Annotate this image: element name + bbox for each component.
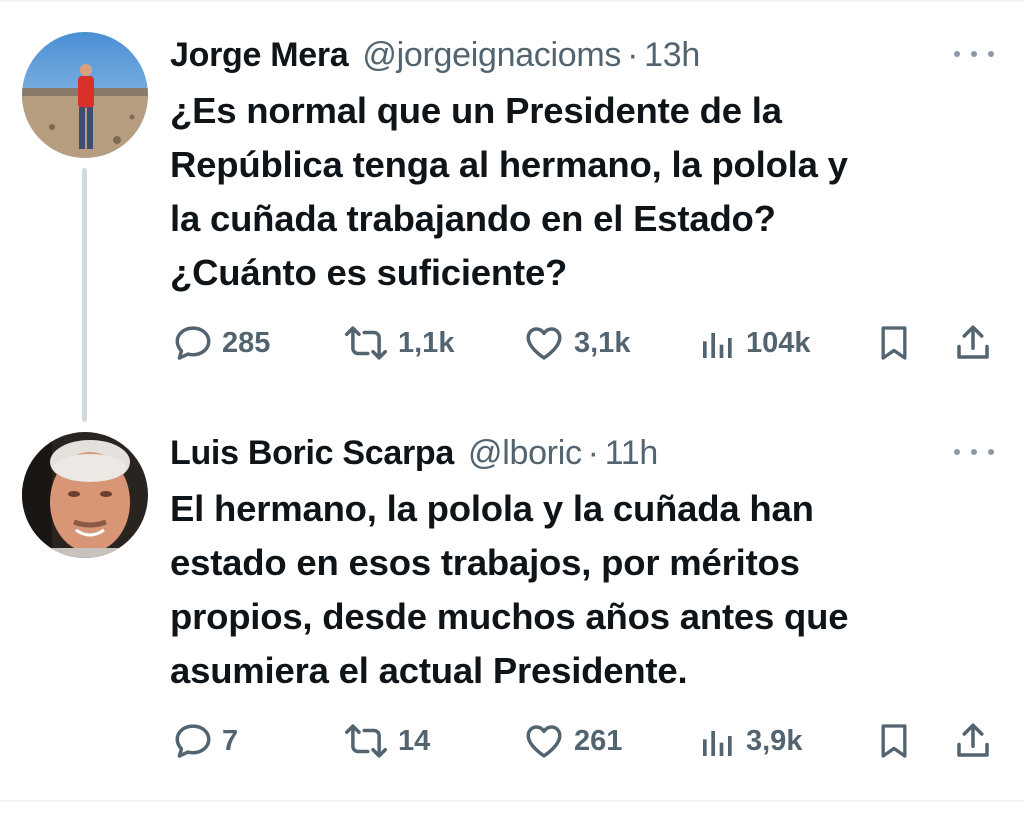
share-upload-icon <box>952 322 994 364</box>
bookmark-icon <box>874 720 914 762</box>
avatar-luis-boric-scarpa[interactable] <box>22 432 148 558</box>
repost-button[interactable]: 1,1k <box>342 318 454 368</box>
author-handle[interactable]: @lboric <box>468 434 582 473</box>
speech-bubble-icon <box>172 720 214 762</box>
like-count: 3,1k <box>574 326 631 359</box>
speech-bubble-icon <box>172 322 214 364</box>
reply-button[interactable]: 7 <box>172 716 238 766</box>
tweet-text-line: propios, desde muchos años antes que <box>170 596 849 637</box>
avatar-image <box>22 432 148 558</box>
share-button[interactable] <box>952 318 994 368</box>
reply-button[interactable]: 285 <box>172 318 270 368</box>
tweet-text-line: la cuñada trabajando en el Estado? <box>170 198 776 239</box>
bookmark-button[interactable] <box>874 716 914 766</box>
tweet-text: El hermano, la polola y la cuñada han es… <box>170 482 990 698</box>
reply-count: 7 <box>222 724 239 757</box>
tweet-header: Jorge Mera @jorgeignacioms · 13h <box>170 30 700 80</box>
bookmark-icon <box>874 322 914 364</box>
like-button[interactable]: 261 <box>522 716 622 766</box>
bookmark-button[interactable] <box>874 318 914 368</box>
heart-icon <box>522 720 566 762</box>
repost-arrows-icon <box>342 720 390 762</box>
repost-arrows-icon <box>342 322 390 364</box>
tweet-text-line: estado en esos trabajos, por méritos <box>170 542 800 583</box>
bar-chart-icon <box>698 322 738 364</box>
views-count: 3,9k <box>746 724 803 757</box>
reply-count: 285 <box>222 326 271 359</box>
tweet-header: Luis Boric Scarpa @lboric · 11h <box>170 428 658 478</box>
tweet-text-line: ¿Cuánto es suficiente? <box>170 252 568 293</box>
timestamp[interactable]: 11h <box>605 434 659 473</box>
tweet-text-line: El hermano, la polola y la cuñada han <box>170 488 814 529</box>
thread-connector-line <box>82 168 87 422</box>
views-button[interactable]: 3,9k <box>698 716 802 766</box>
repost-count: 14 <box>398 724 431 757</box>
repost-count: 1,1k <box>398 326 455 359</box>
avatar-image <box>22 32 148 158</box>
like-count: 261 <box>574 724 623 757</box>
bar-chart-icon <box>698 720 738 762</box>
views-count: 104k <box>746 326 811 359</box>
action-bar: 285 1,1k 3,1k 104k <box>0 318 1024 368</box>
like-button[interactable]: 3,1k <box>522 318 630 368</box>
separator-dot: · <box>627 35 639 74</box>
tweet-text-line: República tenga al hermano, la polola y <box>170 144 848 185</box>
share-upload-icon <box>952 720 994 762</box>
tweet-text-line: asumiera el actual Presidente. <box>170 650 688 691</box>
author-handle[interactable]: @jorgeignacioms <box>362 36 621 75</box>
views-button[interactable]: 104k <box>698 318 811 368</box>
more-icon[interactable] <box>954 44 994 64</box>
separator-dot: · <box>587 433 599 472</box>
author-name[interactable]: Jorge Mera <box>170 36 349 75</box>
action-bar: 7 14 261 3,9k <box>0 716 1024 766</box>
share-button[interactable] <box>952 716 994 766</box>
top-divider <box>0 0 1024 2</box>
tweet-text-line: ¿Es normal que un Presidente de la <box>170 90 782 131</box>
tweet-text: ¿Es normal que un Presidente de la Repúb… <box>170 84 990 300</box>
timestamp[interactable]: 13h <box>644 36 700 75</box>
avatar-jorge-mera[interactable] <box>22 32 148 158</box>
bottom-divider <box>0 800 1024 802</box>
more-icon[interactable] <box>954 442 994 462</box>
heart-icon <box>522 322 566 364</box>
repost-button[interactable]: 14 <box>342 716 430 766</box>
author-name[interactable]: Luis Boric Scarpa <box>170 434 454 473</box>
